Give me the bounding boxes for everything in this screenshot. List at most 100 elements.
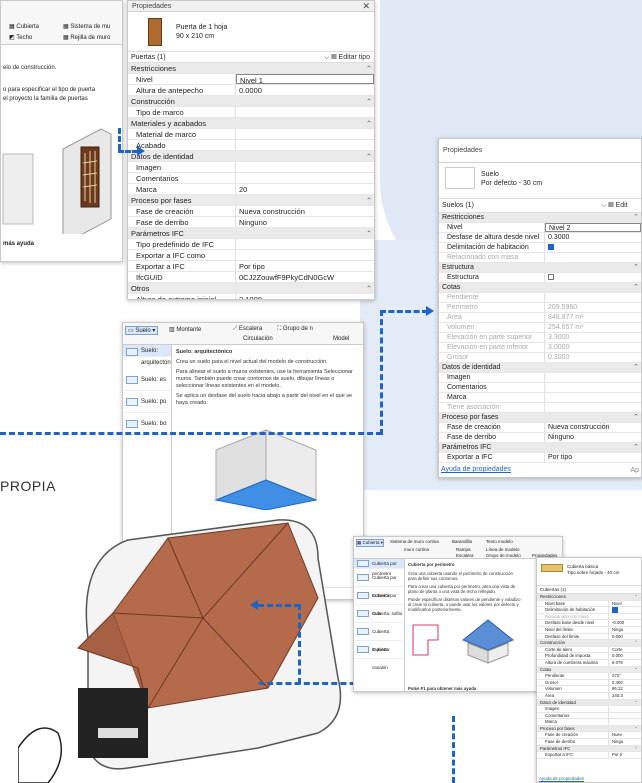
property-value[interactable] [545,403,641,412]
menu-suelo-arquitectonico[interactable]: Suelo: arquitectónico [123,345,178,366]
help-link[interactable]: Ayuda de propiedades [441,466,511,473]
group-header[interactable]: Proceso por fases ⌃ [537,725,641,733]
toolbar-rejilla[interactable]: ▦ Rejilla de muro [63,34,110,41]
property-value[interactable]: Por tipo [545,453,641,462]
group-header[interactable]: Datos de identidad ⌃ [439,363,641,373]
property-value[interactable]: Ninguno [236,217,374,227]
roof-dropdown-button[interactable]: ▦ Cubierta ▾ [356,539,385,547]
property-value[interactable]: Ningu [609,627,641,633]
property-value[interactable]: Nivel 2 [545,223,641,232]
group-header[interactable]: Cotas ⌃ [537,666,641,674]
property-value[interactable]: 0.0000 [236,85,374,95]
group-header[interactable]: Datos de identidad ⌃ [128,151,374,162]
property-value[interactable] [236,129,374,139]
group-header[interactable]: Parámetros IFC ⌃ [537,745,641,753]
menu-roof-canalon[interactable]: Cubierta: canalón [354,641,404,670]
property-value[interactable]: 254.657 m³ [545,323,641,332]
collapse-icon[interactable]: ⌃ [631,726,641,732]
collapse-icon[interactable]: ⌃ [631,640,641,646]
property-value[interactable]: 240.3 [609,693,641,699]
collapse-icon[interactable]: ⌃ [631,263,641,272]
group-header[interactable]: Estructura ⌃ [439,263,641,273]
help-link[interactable]: Ayuda de propiedades [539,776,584,781]
property-value[interactable]: 3.0000 [545,343,641,352]
checkbox[interactable] [548,274,554,281]
toolbar-techo[interactable]: ◩ Techo [9,34,32,41]
collapse-icon[interactable]: ⌃ [364,283,374,293]
property-value[interactable]: 848.877 m² [545,313,641,322]
menu-roof-sofito[interactable]: Cubierta: sofito [354,605,404,623]
property-value[interactable] [236,162,374,172]
property-value[interactable] [545,243,641,252]
property-value[interactable] [236,250,374,260]
property-value[interactable] [545,253,641,262]
collapse-icon[interactable]: ⌃ [364,96,374,106]
property-value[interactable]: 2.1000 [236,294,374,299]
model-line-button[interactable]: Línea de modelo [486,547,520,552]
group-header[interactable]: Restricciones ⌃ [439,213,641,223]
property-value[interactable] [545,373,641,382]
edit-type-button[interactable]: ⌵ ▤ Editar tipo [324,52,374,62]
type-selector[interactable]: Cubierta básica Tipo sobre forjado - 40 … [537,558,641,586]
collapse-icon[interactable]: ⌃ [631,667,641,673]
property-value[interactable]: 209.5960 [545,303,641,312]
property-value[interactable] [236,239,374,249]
group-header[interactable]: Proceso por fases ⌃ [128,195,374,206]
floor-dropdown-button[interactable]: ▭ Suelo ▾ [125,326,159,335]
group-button[interactable]: ⛶ Grupo de n [277,326,313,333]
type-selector[interactable]: Suelo Por defecto - 30 cm [439,163,641,199]
property-value[interactable]: 272° [609,673,641,679]
property-value[interactable]: Por ti [609,752,641,758]
property-value[interactable] [236,107,374,117]
property-value[interactable] [609,719,641,725]
menu-suelo-perimetro[interactable]: Suelo: po [123,391,171,413]
property-value[interactable]: 96.12 [609,686,641,692]
property-value[interactable] [545,383,641,392]
property-value[interactable]: 8.078 [609,660,641,666]
property-value[interactable] [236,173,374,183]
property-value[interactable]: Nivel [609,601,641,607]
collapse-icon[interactable]: ⌃ [364,228,374,238]
property-value[interactable]: Ningu [609,739,641,745]
checkbox[interactable] [548,244,554,251]
group-header[interactable]: Restricciones ⌃ [537,594,641,601]
menu-roof-perimetro[interactable]: Cubierta por perímetro [354,559,404,576]
group-header[interactable]: Construcción ⌃ [537,640,641,647]
property-value[interactable] [609,614,641,620]
property-value[interactable]: Ninguno [545,433,641,442]
property-value[interactable] [545,393,641,402]
collapse-icon[interactable]: ⌃ [631,594,641,600]
instance-selector[interactable]: Cubiertas (1) [537,586,641,594]
property-value[interactable] [545,293,641,302]
property-value[interactable]: -0.000 [609,620,641,626]
collapse-icon[interactable]: ⌃ [364,118,374,128]
apply-button[interactable]: Ap [630,467,639,474]
property-value[interactable]: 0.400 [609,680,641,686]
group-header[interactable]: Parámetros IFC ⌃ [128,228,374,239]
property-value[interactable]: 3.3000 [545,333,641,342]
property-value[interactable] [609,607,641,613]
toolbar-cubierta[interactable]: ▦ Cubierta [9,23,39,30]
property-value[interactable]: Corte [609,647,641,653]
type-selector[interactable]: Puerta de 1 hoja 90 x 210 cm [128,12,374,52]
collapse-icon[interactable]: ⌃ [364,195,374,205]
collapse-icon[interactable]: ⌃ [631,413,641,422]
collapse-icon[interactable]: ⌃ [631,363,641,372]
mullion-button[interactable]: ▥ Montante [169,326,201,333]
group-header[interactable]: Parámetros IFC ⌃ [439,443,641,453]
property-value[interactable]: Por tipo [236,261,374,271]
group-header[interactable]: Restricciones ⌃ [128,63,374,74]
group-header[interactable]: Construcción ⌃ [128,96,374,107]
property-value[interactable]: 0.000 [609,653,641,659]
property-value[interactable]: Nuev [609,732,641,738]
model-text-button[interactable]: Texto modelo [486,539,513,544]
curtain-wall-button[interactable]: muro cortina [404,547,429,552]
property-value[interactable]: 0CJ2ZouwfF9PkyCdN0GcW [236,272,374,282]
menu-roof-cara[interactable]: Cubierta por cara [354,587,404,616]
menu-roof-imposta[interactable]: Cubierta: imposta [354,623,404,652]
group-header[interactable]: Cotas ⌃ [439,283,641,293]
collapse-icon[interactable]: ⌃ [631,746,641,752]
menu-suelo-estructural[interactable]: Suelo: es [123,369,171,391]
collapse-icon[interactable]: ⌃ [631,443,641,452]
group-header[interactable]: Proceso por fases ⌃ [439,413,641,423]
